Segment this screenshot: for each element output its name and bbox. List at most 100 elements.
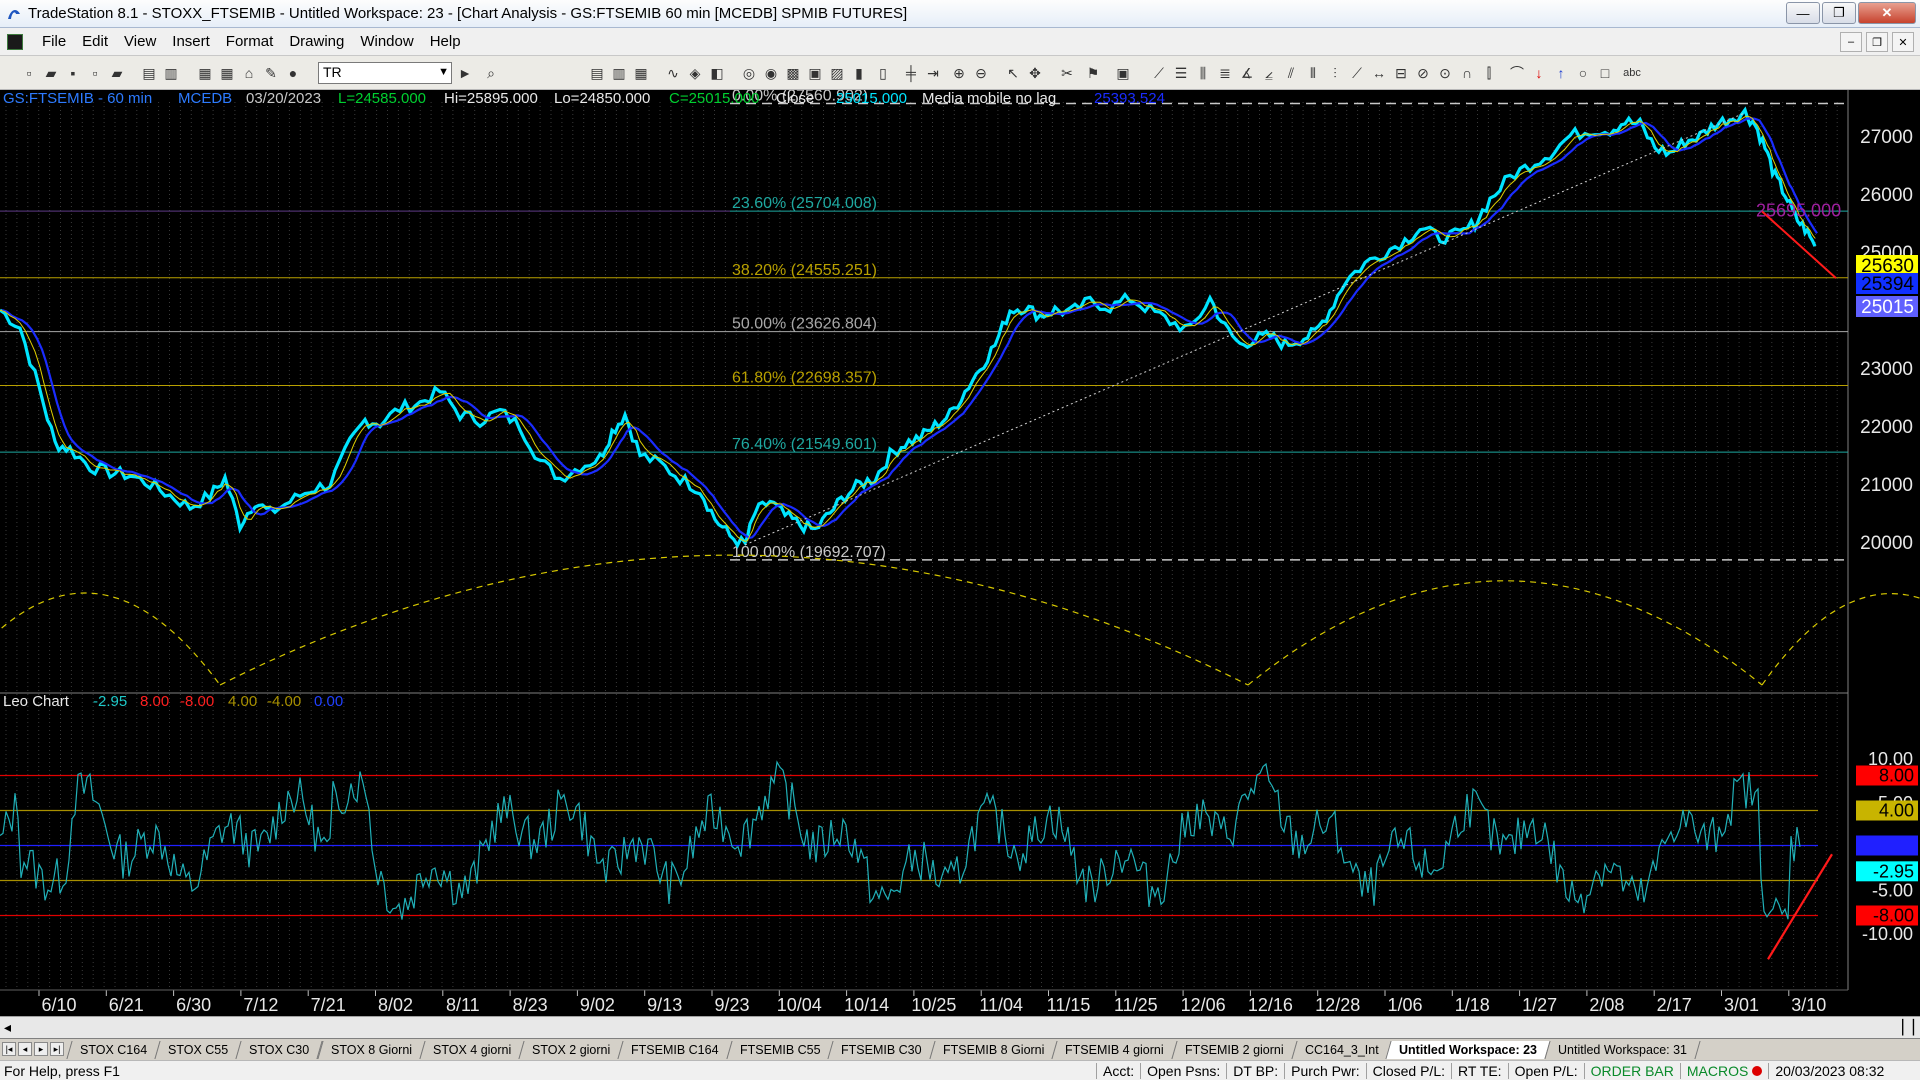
tab-first-icon[interactable]: |◂	[2, 1042, 16, 1056]
workspace-tab[interactable]: STOX C55	[154, 1041, 242, 1059]
andrews-fork-icon[interactable]: ⫽	[1282, 64, 1300, 82]
save-icon[interactable]: ▪	[64, 64, 82, 82]
zoom-in-icon[interactable]: ⊕	[950, 64, 968, 82]
ellipse-icon[interactable]: ○	[1574, 64, 1592, 82]
tools-icon[interactable]: ✎	[262, 64, 280, 82]
color-icon[interactable]: ●	[284, 64, 302, 82]
chart-canvas[interactable]: 0.00% (27560.902)23.60% (25704.008)38.20…	[0, 90, 1920, 1025]
print-preview-icon[interactable]: ▥	[162, 64, 180, 82]
cross-icon[interactable]: ╪	[902, 64, 920, 82]
workspace-tab[interactable]: FTSEMIB 8 Giorni	[929, 1041, 1058, 1059]
scanner-icon[interactable]: ◉	[762, 64, 780, 82]
workspace-tab[interactable]: STOX 4 giorni	[419, 1041, 525, 1059]
drag-icon[interactable]: ✥	[1026, 64, 1044, 82]
regression-icon[interactable]: ⟋	[1348, 64, 1366, 82]
mdi-close-button[interactable]: ✕	[1892, 32, 1914, 52]
workspace-tab[interactable]: STOX C164	[66, 1041, 161, 1059]
open-folder-icon[interactable]: ▰	[42, 64, 60, 82]
chart-window[interactable]: 0.00% (27560.902) 23.60% (25704.008) 38.20…	[0, 90, 1920, 1025]
minimize-button[interactable]: —	[1786, 2, 1820, 24]
link-icon[interactable]: ▦	[196, 64, 214, 82]
workspace-tab[interactable]: STOX 8 Giorni	[317, 1041, 426, 1059]
workspace-tab[interactable]: FTSEMIB 4 giorni	[1051, 1041, 1178, 1059]
menu-insert[interactable]: Insert	[164, 33, 218, 50]
retracement-icon[interactable]: ⊟	[1392, 64, 1410, 82]
bars-icon[interactable]: ▯	[874, 64, 892, 82]
tab-last-icon[interactable]: ▸|	[50, 1042, 64, 1056]
curve-icon[interactable]: ⌒	[1508, 64, 1526, 82]
workspace-tab[interactable]: Untitled Workspace: 23	[1385, 1041, 1551, 1059]
flag-icon[interactable]: ⚑	[1084, 64, 1102, 82]
indicator-icon[interactable]: ∿	[664, 64, 682, 82]
cycle-arc-icon[interactable]: ∩	[1458, 64, 1476, 82]
symbol-input[interactable]: TR ▼	[318, 62, 452, 84]
menu-edit[interactable]: Edit	[74, 33, 116, 50]
bar-chart-icon[interactable]: ▤	[588, 64, 606, 82]
line-chart-icon[interactable]: ▥	[610, 64, 628, 82]
text-icon[interactable]: abc	[1620, 64, 1644, 82]
menu-view[interactable]: View	[116, 33, 164, 50]
fib-fan-icon[interactable]: ⊘	[1414, 64, 1432, 82]
trendline-icon[interactable]: ⟋	[1150, 64, 1168, 82]
workspace-tab[interactable]: FTSEMIB 2 giorni	[1171, 1041, 1298, 1059]
rectangle-icon[interactable]: □	[1596, 64, 1614, 82]
workspace-tab[interactable]: FTSEMIB C30	[827, 1041, 936, 1059]
workspace-tab[interactable]: STOX 2 giorni	[518, 1041, 624, 1059]
close-button[interactable]: ✕	[1858, 2, 1916, 24]
new-file-icon[interactable]: ▫	[20, 64, 38, 82]
speed-lines-icon[interactable]: ⦤	[1260, 64, 1278, 82]
mdi-minimize-button[interactable]: –	[1840, 32, 1862, 52]
chevron-down-icon[interactable]: ▼	[438, 66, 449, 78]
unlink-icon[interactable]: ▦	[218, 64, 236, 82]
folder-icon[interactable]: ▰	[108, 64, 126, 82]
arrow-up-icon[interactable]: ↑	[1552, 64, 1570, 82]
radar-icon[interactable]: ◎	[740, 64, 758, 82]
menu-help[interactable]: Help	[422, 33, 469, 50]
time-zones-icon[interactable]: ⫶	[1326, 64, 1344, 82]
maximize-button[interactable]: ❐	[1822, 2, 1856, 24]
print-icon[interactable]: ▤	[140, 64, 158, 82]
menu-file[interactable]: File	[34, 33, 74, 50]
workspace-tab[interactable]: FTSEMIB C164	[617, 1041, 733, 1059]
compress-icon[interactable]: ⇥	[924, 64, 942, 82]
wrench-icon[interactable]: ✂	[1058, 64, 1076, 82]
format-icon[interactable]: ◧	[708, 64, 726, 82]
workspace-tab[interactable]: STOX C30	[235, 1041, 324, 1059]
scroll-right-icon[interactable]: ▕▕	[1892, 1019, 1914, 1036]
menu-format[interactable]: Format	[218, 33, 282, 50]
graph-icon[interactable]: ▨	[828, 64, 846, 82]
arrow-right-icon[interactable]: ►	[456, 64, 474, 82]
channel-icon[interactable]: ⫼	[1194, 64, 1212, 82]
macros-button[interactable]: MACROS	[1679, 1063, 1768, 1079]
gann-icon[interactable]: ∡	[1238, 64, 1256, 82]
tab-next-icon[interactable]: ▸	[34, 1042, 48, 1056]
scroll-left-icon[interactable]: ◂	[4, 1019, 11, 1036]
fib-time-icon[interactable]: ⫿	[1480, 64, 1498, 82]
mdi-restore-button[interactable]: ❐	[1866, 32, 1888, 52]
arrow-down-icon[interactable]: ↓	[1530, 64, 1548, 82]
lock-icon[interactable]: ⌂	[240, 64, 258, 82]
workspace-tab[interactable]: CC164_3_Int	[1291, 1041, 1392, 1059]
candle-chart-icon[interactable]: ▦	[632, 64, 650, 82]
volume-icon[interactable]: ▮	[850, 64, 868, 82]
menu-drawing[interactable]: Drawing	[281, 33, 352, 50]
menu-window[interactable]: Window	[352, 33, 421, 50]
new-window-icon[interactable]: ▫	[86, 64, 104, 82]
window-icon[interactable]: ▣	[806, 64, 824, 82]
fibonacci-icon[interactable]: ≣	[1216, 64, 1234, 82]
workspace-tab[interactable]: FTSEMIB C55	[726, 1041, 834, 1059]
pointer-icon[interactable]: ↖	[1004, 64, 1022, 82]
tab-prev-icon[interactable]: ◂	[18, 1042, 32, 1056]
report-icon[interactable]: ▣	[1114, 64, 1132, 82]
chart-window-icon[interactable]	[7, 34, 23, 50]
workspace-tab[interactable]: Untitled Workspace: 31	[1544, 1041, 1701, 1059]
order-bar-button[interactable]: ORDER BAR	[1583, 1063, 1680, 1079]
cycle-lines-icon[interactable]: ⦀	[1304, 64, 1322, 82]
arrow-both-icon[interactable]: ↔	[1370, 64, 1388, 82]
symbol-lookup-icon[interactable]: ⌕	[482, 64, 500, 82]
strategy-icon[interactable]: ◈	[686, 64, 704, 82]
zoom-out-icon[interactable]: ⊖	[972, 64, 990, 82]
matrix-icon[interactable]: ▩	[784, 64, 802, 82]
fib-arc-icon[interactable]: ⊙	[1436, 64, 1454, 82]
chart-scrollbar[interactable]: ◂ ▕▕	[0, 1016, 1920, 1038]
